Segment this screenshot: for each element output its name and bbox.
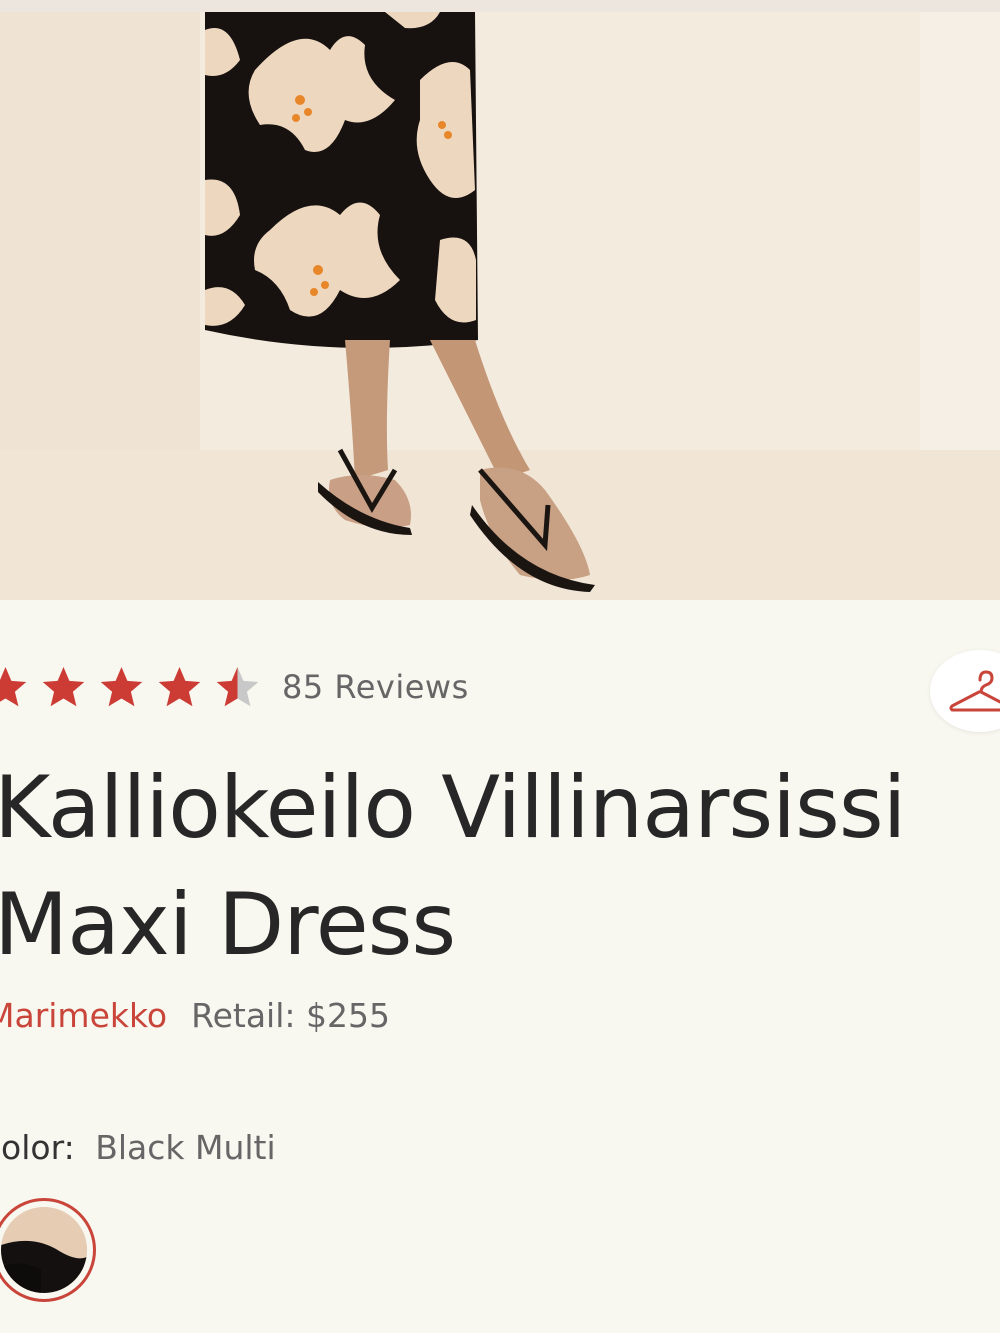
brand-row: Marimekko Retail: $255	[0, 996, 390, 1035]
product-photo	[0, 0, 1000, 600]
brand-link[interactable]: Marimekko	[0, 996, 167, 1035]
rating-row[interactable]: 85 Reviews	[0, 662, 469, 712]
star-icon	[42, 666, 85, 706]
product-image[interactable]	[0, 0, 1000, 600]
hanger-icon	[949, 670, 1000, 712]
color-label: Color:	[0, 1128, 75, 1167]
star-icon	[0, 666, 27, 706]
star-icon	[216, 666, 259, 706]
product-title-line-2: Maxi Dress	[0, 875, 456, 975]
product-title: Kalliokeilo Villinarsissi Maxi Dress	[0, 750, 1000, 984]
star-icon	[158, 666, 201, 706]
star-icon	[100, 666, 143, 706]
color-value: Black Multi	[95, 1128, 276, 1167]
color-row: Color: Black Multi	[0, 1128, 276, 1167]
star-rating	[0, 664, 272, 711]
color-swatch-black-multi[interactable]	[0, 1198, 96, 1302]
product-title-line-1: Kalliokeilo Villinarsissi	[0, 758, 907, 858]
retail-price: Retail: $255	[191, 996, 390, 1035]
swatch-pattern	[1, 1207, 87, 1293]
review-count[interactable]: 85 Reviews	[282, 668, 469, 706]
add-to-closet-button[interactable]	[930, 650, 1000, 732]
